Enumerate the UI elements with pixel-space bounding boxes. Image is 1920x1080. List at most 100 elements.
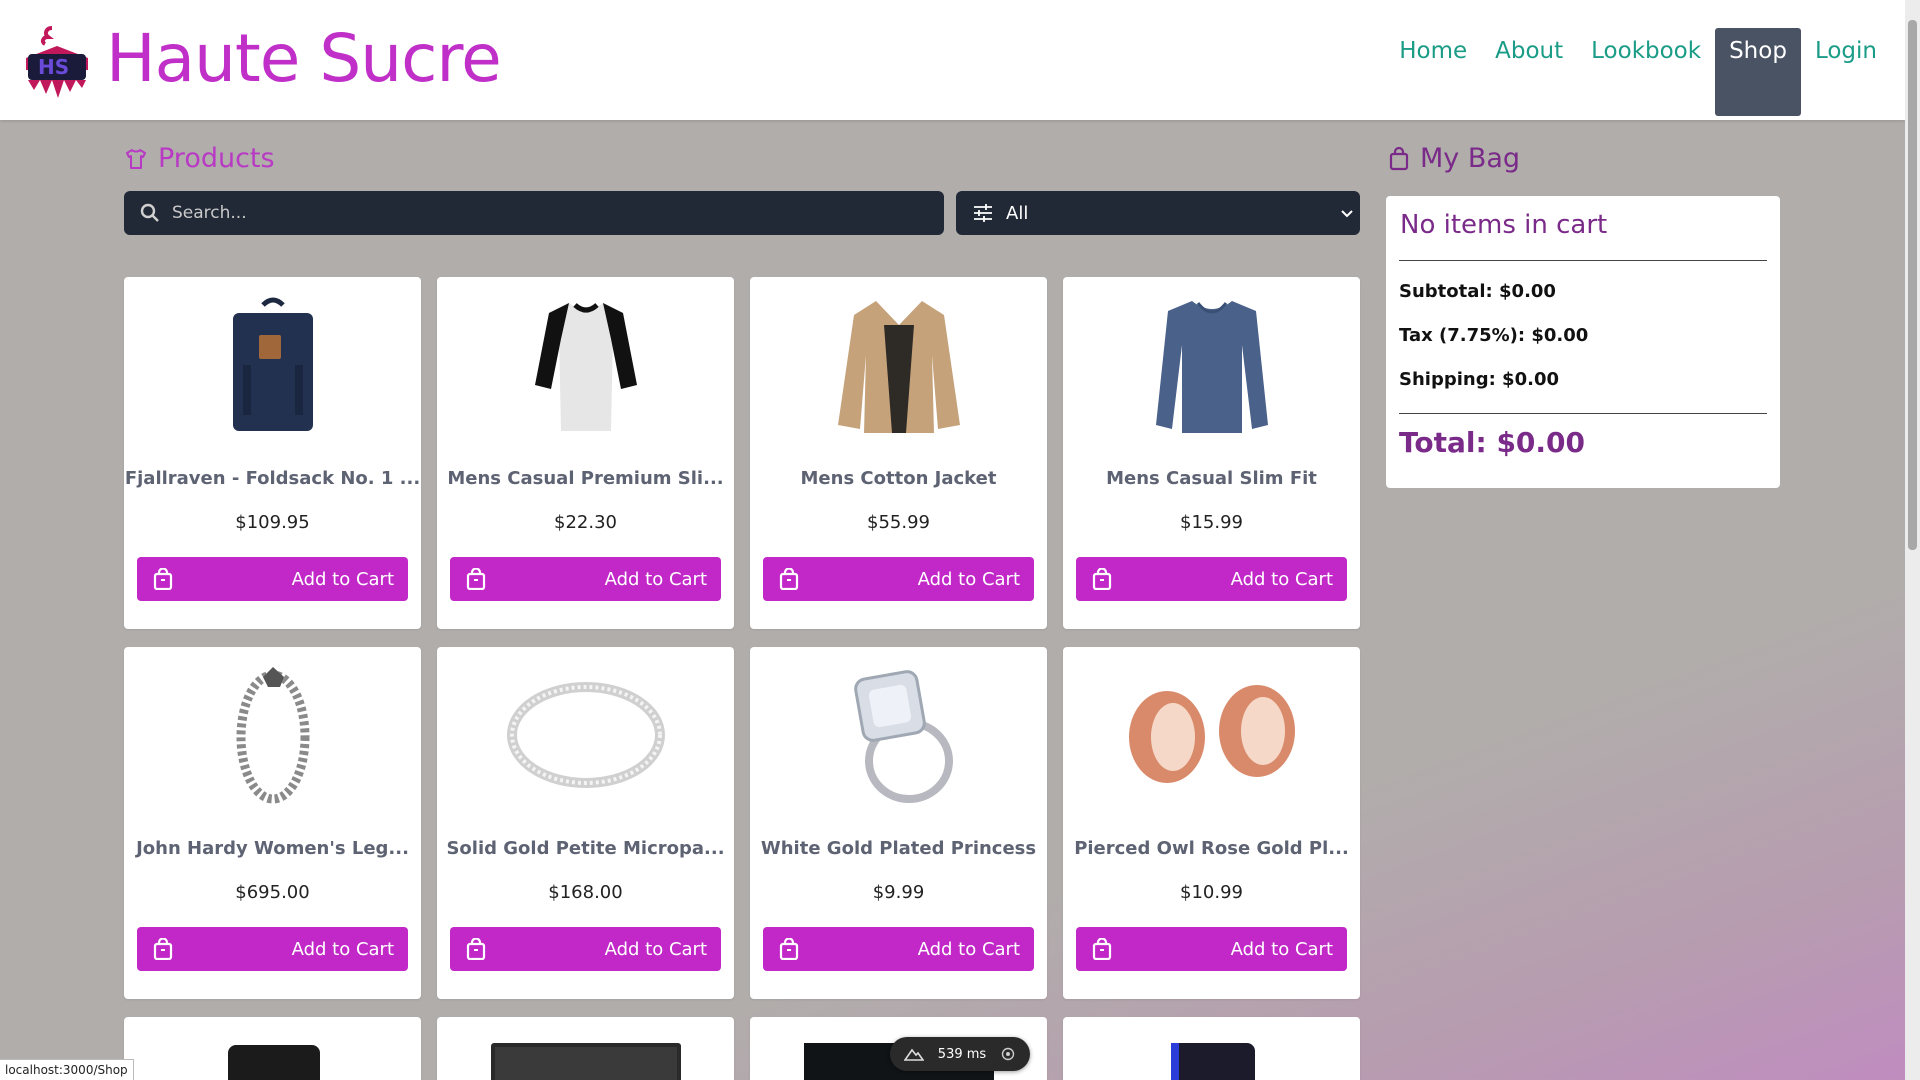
product-card[interactable]	[437, 1017, 734, 1080]
nav-shop[interactable]: Shop	[1715, 28, 1801, 116]
target-icon	[1001, 1047, 1015, 1061]
cart-empty-message: No items in cart	[1400, 210, 1608, 240]
search-icon	[140, 203, 159, 222]
add-to-cart-label: Add to Cart	[604, 938, 707, 960]
product-name[interactable]: Mens Casual Slim Fit	[1063, 468, 1360, 489]
product-image[interactable]	[437, 667, 734, 807]
cart-tax: Tax (7.75%): $0.00	[1399, 325, 1589, 346]
add-to-cart-button[interactable]: Add to Cart	[137, 557, 408, 601]
chain-bracelet-icon	[228, 665, 318, 809]
timer-value: 539 ms	[937, 1046, 987, 1062]
product-card[interactable]: Mens Cotton Jacket $55.99 Add to Cart	[750, 277, 1047, 629]
product-card[interactable]: Solid Gold Petite Micropa... $168.00 Add t…	[437, 647, 734, 999]
product-card[interactable]: Mens Casual Premium Sli... $22.30 Add to C…	[437, 277, 734, 629]
page-scrollbar[interactable]	[1905, 0, 1920, 1080]
long-sleeve-shirt-icon	[1152, 295, 1272, 439]
add-to-cart-label: Add to Cart	[291, 938, 394, 960]
nav-about[interactable]: About	[1481, 28, 1577, 116]
product-price: $695.00	[235, 882, 310, 903]
shopping-bag-icon	[466, 568, 486, 590]
nav-lookbook[interactable]: Lookbook	[1577, 28, 1715, 116]
band-ring-icon	[506, 675, 666, 799]
svg-text:HS: HS	[38, 55, 69, 79]
backpack-icon	[223, 295, 323, 439]
add-to-cart-button[interactable]: Add to Cart	[1076, 557, 1347, 601]
raglan-tshirt-icon	[531, 295, 641, 439]
render-timer-badge[interactable]: 539 ms	[890, 1037, 1030, 1071]
add-to-cart-button[interactable]: Add to Cart	[450, 927, 721, 971]
nav-login[interactable]: Login	[1801, 28, 1891, 116]
product-image[interactable]	[1063, 667, 1360, 807]
add-to-cart-button[interactable]: Add to Cart	[137, 927, 408, 971]
tshirt-icon	[126, 148, 146, 169]
status-bar-url: localhost:3000/Shop	[0, 1059, 134, 1080]
product-card[interactable]: Mens Casual Slim Fit $15.99 Add to Cart	[1063, 277, 1360, 629]
category-filter-select[interactable]: All	[956, 191, 1360, 235]
add-to-cart-button[interactable]: Add to Cart	[763, 927, 1034, 971]
shopping-bag-icon	[779, 568, 799, 590]
scrollbar-thumb[interactable]	[1908, 20, 1917, 550]
product-grid: Fjallraven - Foldsack No. 1 ... $109.95 Ad…	[124, 277, 1362, 999]
product-name[interactable]: Pierced Owl Rose Gold Pl...	[1063, 838, 1360, 859]
shopping-bag-icon	[466, 938, 486, 960]
diamond-ring-icon	[839, 665, 959, 809]
product-card[interactable]	[124, 1017, 421, 1080]
product-image[interactable]	[750, 667, 1047, 807]
product-price: $15.99	[1180, 512, 1243, 533]
product-card[interactable]: Fjallraven - Foldsack No. 1 ... $109.95 Ad…	[124, 277, 421, 629]
product-image[interactable]	[124, 297, 421, 437]
search-bar[interactable]	[124, 191, 944, 235]
search-input[interactable]	[172, 203, 872, 223]
product-name[interactable]: Mens Cotton Jacket	[750, 468, 1047, 489]
product-name[interactable]: John Hardy Women's Leg...	[124, 838, 421, 859]
ssd-icon	[491, 1043, 681, 1080]
hard-drive-icon	[1171, 1043, 1255, 1080]
brand-name[interactable]: Haute Sucre	[106, 20, 502, 97]
cart-total: Total: $0.00	[1399, 426, 1586, 459]
shopping-bag-icon	[1389, 146, 1409, 170]
product-card[interactable]: Pierced Owl Rose Gold Pl... $10.99 Add to …	[1063, 647, 1360, 999]
add-to-cart-label: Add to Cart	[604, 568, 707, 590]
product-image[interactable]	[437, 297, 734, 437]
cart-panel: No items in cart Subtotal: $0.00 Tax (7.…	[1386, 196, 1780, 488]
product-name[interactable]: White Gold Plated Princess	[750, 838, 1047, 859]
product-name[interactable]: Solid Gold Petite Micropa...	[437, 838, 734, 859]
cart-shipping: Shipping: $0.00	[1399, 369, 1559, 390]
shopping-bag-icon	[153, 938, 173, 960]
product-price: $10.99	[1180, 882, 1243, 903]
add-to-cart-button[interactable]: Add to Cart	[450, 557, 721, 601]
nav-home[interactable]: Home	[1385, 28, 1481, 116]
bag-title: My Bag	[1420, 143, 1521, 174]
product-price: $55.99	[867, 512, 930, 533]
product-card[interactable]: White Gold Plated Princess $9.99 Add to Ca…	[750, 647, 1047, 999]
product-grid-row-partial	[124, 1017, 1362, 1080]
shopping-bag-icon	[779, 938, 799, 960]
product-card[interactable]	[1063, 1017, 1360, 1080]
mountain-icon	[903, 1048, 924, 1061]
jacket-icon	[834, 295, 964, 439]
add-to-cart-button[interactable]: Add to Cart	[763, 557, 1034, 601]
products-title: Products	[158, 143, 275, 174]
shopping-bag-icon	[1092, 568, 1112, 590]
main-nav: Home About Lookbook Shop Login	[1385, 28, 1891, 116]
shopping-bag-icon	[153, 568, 173, 590]
divider	[1399, 413, 1767, 414]
shopping-bag-icon	[1092, 938, 1112, 960]
sliders-icon	[974, 204, 992, 222]
brand-logo-icon[interactable]: HS	[18, 24, 96, 102]
add-to-cart-button[interactable]: Add to Cart	[1076, 927, 1347, 971]
hard-drive-icon	[228, 1045, 320, 1080]
product-image[interactable]	[124, 667, 421, 807]
add-to-cart-label: Add to Cart	[1230, 938, 1333, 960]
add-to-cart-label: Add to Cart	[917, 938, 1020, 960]
product-image[interactable]	[750, 297, 1047, 437]
product-name[interactable]: Mens Casual Premium Sli...	[437, 468, 734, 489]
chevron-down-icon	[1341, 210, 1353, 218]
products-heading: Products	[124, 143, 275, 174]
product-card[interactable]: John Hardy Women's Leg... $695.00 Add to C…	[124, 647, 421, 999]
product-image[interactable]	[1063, 297, 1360, 437]
bag-heading: My Bag	[1388, 143, 1520, 174]
divider	[1399, 260, 1767, 261]
rose-gold-plugs-icon	[1117, 675, 1307, 799]
product-name[interactable]: Fjallraven - Foldsack No. 1 ...	[124, 468, 421, 489]
